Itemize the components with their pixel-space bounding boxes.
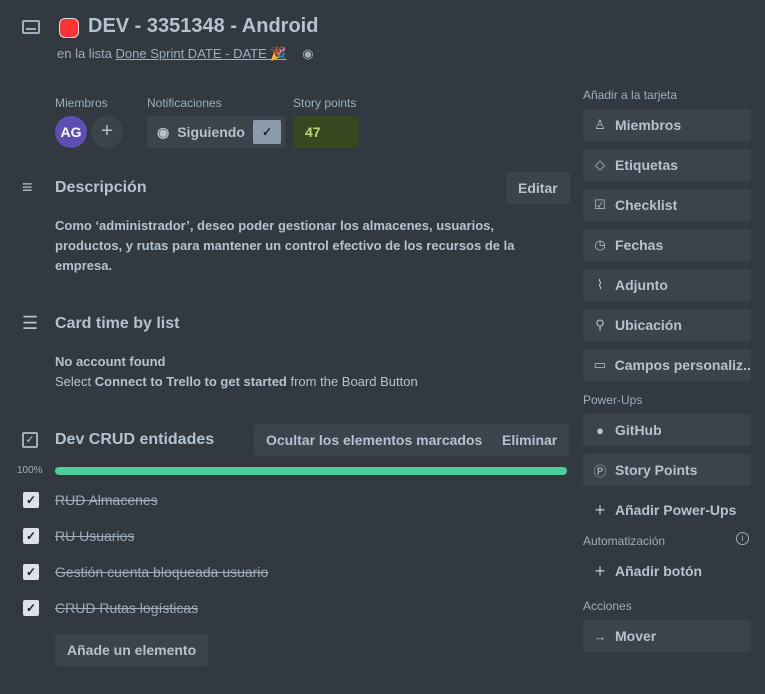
description-title: Descripción xyxy=(55,179,147,196)
progress-fill xyxy=(55,467,567,475)
sidebar-checklist-button[interactable]: ☑ Checklist xyxy=(583,189,751,221)
checkbox[interactable]: ✓ xyxy=(23,492,39,508)
sidebar: Añadir a la tarjeta ♙ Miembros ◇ Etiquetas ☑… xyxy=(583,88,751,660)
card-time-icon: ☰ xyxy=(22,313,39,333)
checklist-item[interactable]: ✓ RUD Almacenes xyxy=(0,482,560,518)
list-link[interactable]: Done Sprint DATE - DATE 🎉 xyxy=(116,46,287,61)
card-icon xyxy=(22,20,40,34)
checklist-icon: ☑ xyxy=(594,197,606,212)
watch-icon[interactable]: ◉ xyxy=(302,46,313,61)
story-points-value[interactable]: 47 xyxy=(293,116,359,148)
sidebar-custom-fields-button[interactable]: ▭ Campos personaliz... xyxy=(583,349,751,381)
checkbox[interactable]: ✓ xyxy=(23,600,39,616)
member-icon: ♙ xyxy=(594,117,606,132)
story-points-icon: Ⓟ xyxy=(593,463,607,479)
card-time-title: Card time by list xyxy=(55,315,180,332)
list-prefix: en la lista xyxy=(57,46,112,61)
no-account-text: No account found xyxy=(55,354,166,369)
add-button-button[interactable]: + Añadir botón xyxy=(583,555,751,587)
checklist-item[interactable]: ✓ CRUD Rutas logísticas xyxy=(0,590,560,626)
attachment-icon: ⌇ xyxy=(596,277,604,292)
checklist-item[interactable]: ✓ Gestión cuenta bloqueada usuario xyxy=(0,554,560,590)
checkbox[interactable]: ✓ xyxy=(23,528,39,544)
checklist-item[interactable]: ✓ RU Usuarios xyxy=(0,518,560,554)
checkbox[interactable]: ✓ xyxy=(23,564,39,580)
powerups-title: Power-Ups xyxy=(583,393,643,407)
sidebar-location-button[interactable]: ⚲ Ubicación xyxy=(583,309,751,341)
following-button[interactable]: ◉ Siguiendo ✓ xyxy=(147,116,285,148)
clock-icon: ◷ xyxy=(594,237,606,252)
edit-button[interactable]: Editar xyxy=(506,172,570,204)
add-item-button[interactable]: Añade un elemento xyxy=(55,634,209,666)
info-icon[interactable]: i xyxy=(736,532,749,545)
avatar[interactable]: AG xyxy=(55,116,87,148)
move-button[interactable]: → Mover xyxy=(583,620,751,652)
location-icon: ⚲ xyxy=(595,317,605,332)
checklist-icon: ✓ xyxy=(22,432,38,448)
stop-sign-icon xyxy=(59,18,79,38)
hide-checked-button[interactable]: Ocultar los elementos marcados xyxy=(254,424,495,456)
eye-icon: ◉ xyxy=(157,123,170,140)
sidebar-label-button[interactable]: ◇ Etiquetas xyxy=(583,149,751,181)
progress-label: 100% xyxy=(17,465,43,476)
checklist-title[interactable]: Dev CRUD entidades xyxy=(55,431,214,449)
check-icon: ✓ xyxy=(253,120,281,144)
add-member-button[interactable]: + xyxy=(91,116,123,148)
github-icon: ● xyxy=(596,422,604,438)
description-icon: ≡ xyxy=(22,177,33,197)
actions-title: Acciones xyxy=(583,599,632,613)
card-title[interactable]: DEV - 3351348 - Android xyxy=(88,15,318,38)
members-label: Miembros xyxy=(55,96,108,110)
sidebar-clock-button[interactable]: ◷ Fechas xyxy=(583,229,751,261)
description-text[interactable]: Como ‘administrador’, deseo poder gestio… xyxy=(55,216,555,276)
powerup-button[interactable]: ● GitHub xyxy=(583,414,751,446)
label-icon: ◇ xyxy=(595,157,605,172)
progress-bar xyxy=(55,467,567,475)
custom-fields-icon: ▭ xyxy=(593,357,606,372)
automation-title: Automatización i xyxy=(583,532,751,548)
add-powerups-button[interactable]: + Añadir Power-Ups xyxy=(583,494,751,526)
powerup-button[interactable]: Ⓟ Story Points xyxy=(583,454,751,486)
story-points-label: Story points xyxy=(293,96,357,110)
sidebar-attachment-button[interactable]: ⌇ Adjunto xyxy=(583,269,751,301)
connect-hint: Select Connect to Trello to get started … xyxy=(55,374,418,389)
notifications-label: Notificaciones xyxy=(147,96,222,110)
sidebar-member-button[interactable]: ♙ Miembros xyxy=(583,109,751,141)
add-to-card-title: Añadir a la tarjeta xyxy=(583,88,678,102)
delete-checklist-button[interactable]: Eliminar xyxy=(490,424,570,456)
arrow-right-icon: → xyxy=(593,628,607,644)
